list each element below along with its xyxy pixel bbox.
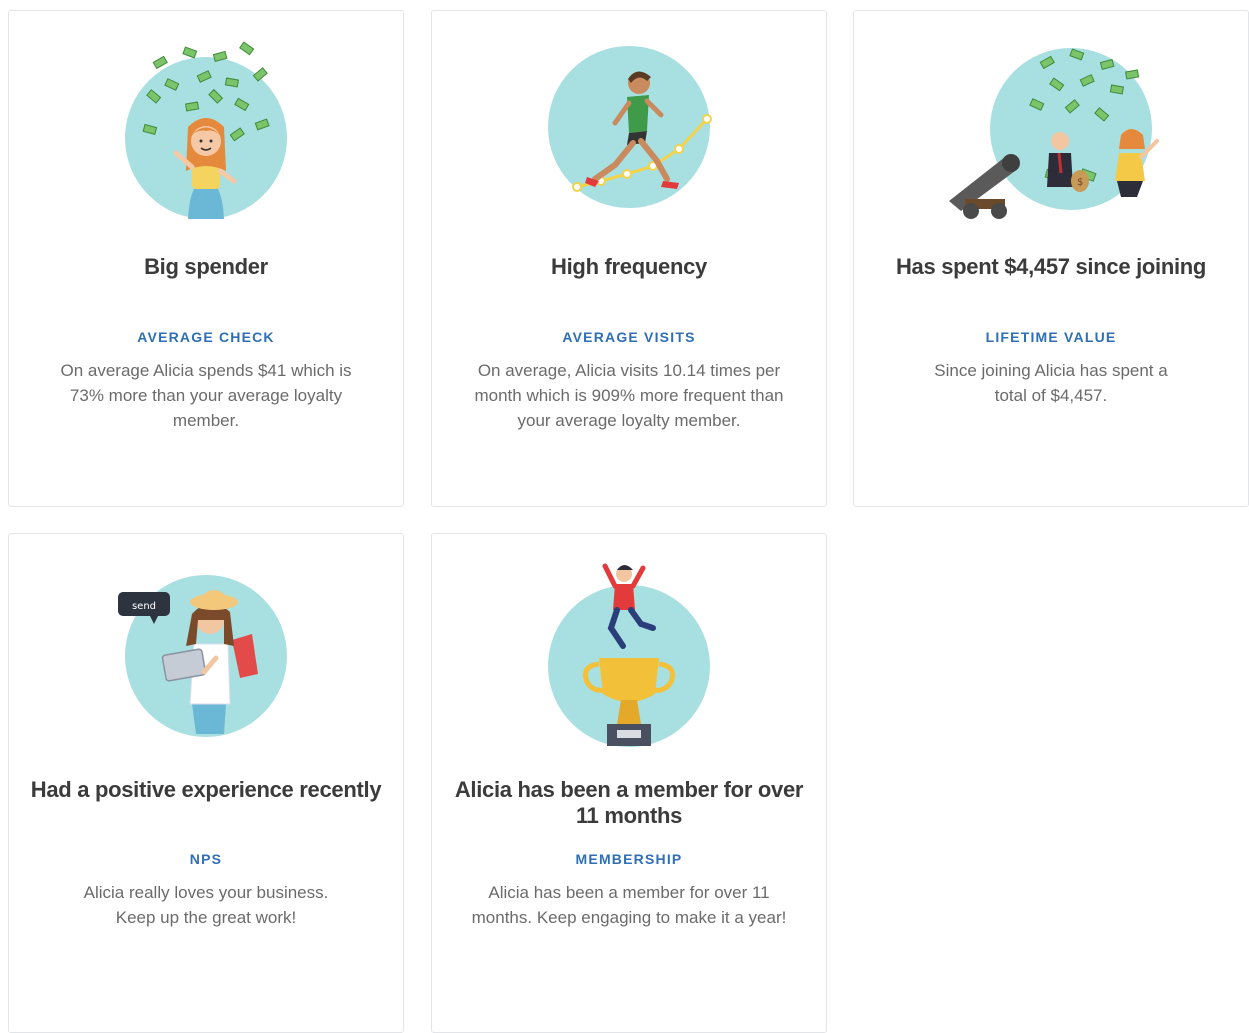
card-description: On average, Alicia visits 10.14 times pe… — [474, 361, 784, 430]
insight-card-nps: send Had a positive experience recently … — [8, 533, 404, 1033]
chat-bubble-text: send — [132, 601, 156, 612]
card-description: On average Alicia spends $41 which is 73… — [60, 361, 352, 430]
trophy-jumping-man-illustration — [432, 554, 826, 754]
card-title: Big spender — [144, 254, 268, 279]
card-label: AVERAGE CHECK — [137, 329, 275, 345]
card-title: Alicia has been a member for over 11 mon… — [454, 777, 804, 828]
insight-card-membership: Alicia has been a member for over 11 mon… — [431, 533, 827, 1033]
money-cannon-illustration: $ — [854, 31, 1248, 231]
card-label: NPS — [189, 851, 223, 867]
card-description: Alicia really loves your business. Keep … — [83, 883, 329, 927]
card-label: AVERAGE VISITS — [562, 329, 696, 345]
card-label: LIFETIME VALUE — [985, 329, 1117, 345]
card-title: Has spent $4,457 since joining — [895, 254, 1207, 279]
trophy-icon — [599, 658, 659, 702]
money-rain-woman-illustration — [9, 31, 403, 231]
insight-card-high-frequency: High frequency AVERAGE VISITS On average… — [431, 10, 827, 507]
card-title: Had a positive experience recently — [30, 777, 382, 802]
card-label: MEMBERSHIP — [575, 851, 683, 867]
card-description: Since joining Alicia has spent a total o… — [934, 361, 1168, 405]
insight-card-lifetime-value: $ Has spent $4,457 since joining LIFETIM… — [853, 10, 1249, 507]
card-title: High frequency — [551, 254, 707, 279]
svg-text:$: $ — [1077, 177, 1083, 188]
tablet-chat-woman-illustration: send — [9, 554, 403, 754]
insight-card-big-spender: Big spender AVERAGE CHECK On average Ali… — [8, 10, 404, 507]
running-woman-growth-chart-illustration — [432, 31, 826, 231]
card-description: Alicia has been a member for over 11 mon… — [471, 883, 787, 927]
